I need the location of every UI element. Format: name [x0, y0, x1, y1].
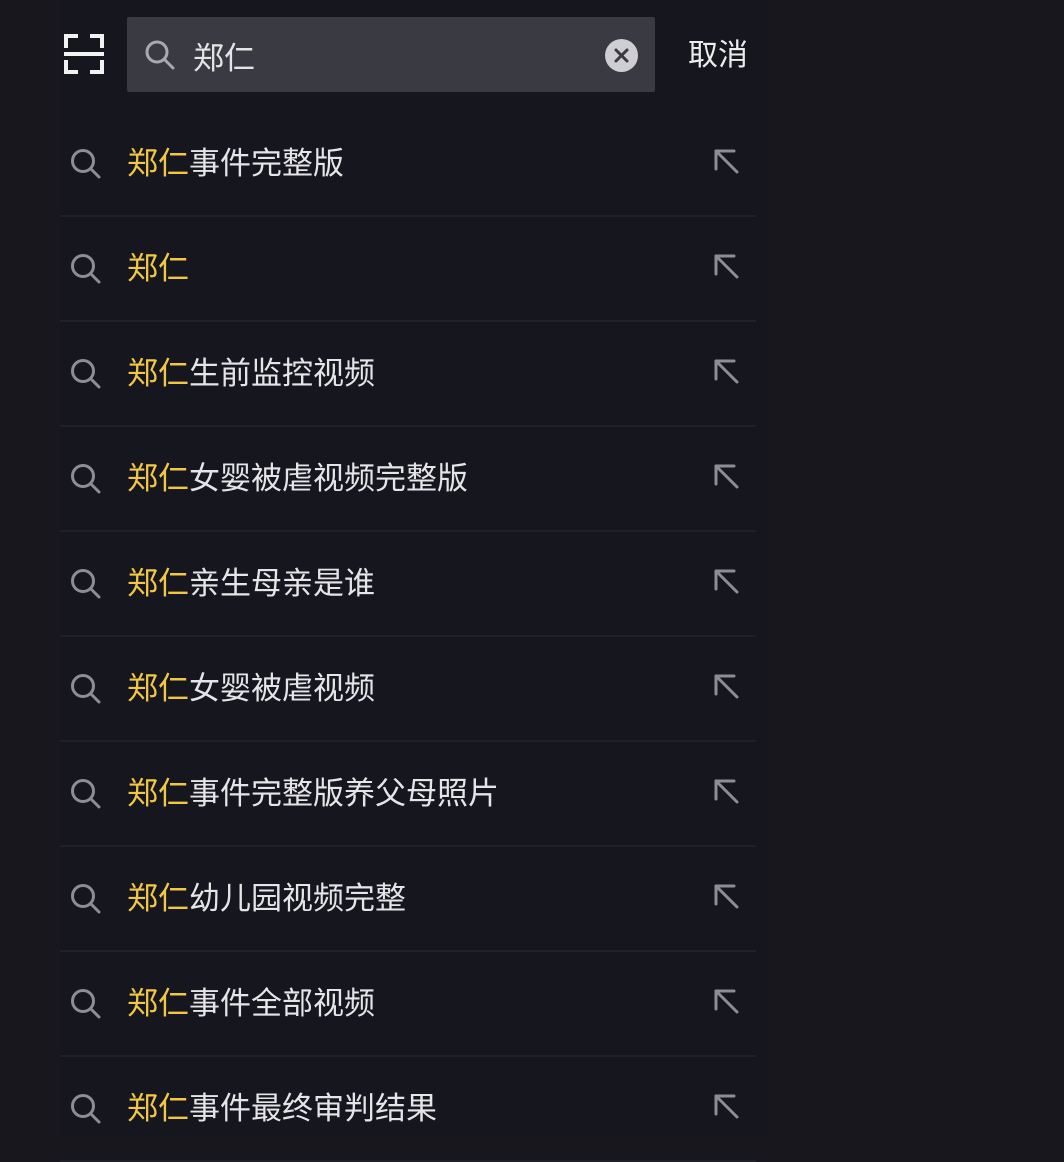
suggestion-item[interactable]: 郑仁生前监控视频	[60, 322, 756, 427]
arrow-up-left-icon[interactable]	[710, 355, 742, 387]
arrow-up-left-icon[interactable]	[710, 775, 742, 807]
search-icon	[71, 989, 101, 1019]
suggestion-text: 郑仁事件全部视频	[127, 982, 375, 1026]
scan-icon	[64, 34, 104, 74]
search-icon	[71, 254, 101, 284]
suggestion-text: 郑仁亲生母亲是谁	[127, 562, 375, 606]
suggestion-highlight: 郑仁	[127, 671, 189, 707]
suggestion-highlight: 郑仁	[127, 461, 189, 497]
suggestion-highlight: 郑仁	[127, 881, 189, 917]
suggestion-rest: 亲生母亲是谁	[189, 566, 375, 602]
suggestion-item[interactable]: 郑仁女婴被虐视频	[60, 637, 756, 742]
arrow-up-left-icon[interactable]	[710, 250, 742, 282]
suggestion-rest: 女婴被虐视频	[189, 671, 375, 707]
suggestion-highlight: 郑仁	[127, 146, 189, 182]
suggestion-rest: 女婴被虐视频完整版	[189, 461, 468, 497]
search-icon	[71, 674, 101, 704]
search-icon	[71, 359, 101, 389]
search-input[interactable]	[193, 35, 573, 75]
search-header: 取消	[0, 0, 780, 112]
suggestion-highlight: 郑仁	[127, 566, 189, 602]
suggestion-text: 郑仁幼儿园视频完整	[127, 877, 406, 921]
suggestion-text: 郑仁女婴被虐视频	[127, 667, 375, 711]
clear-search-button[interactable]	[605, 39, 638, 72]
cancel-button[interactable]: 取消	[688, 36, 748, 76]
suggestion-text: 郑仁事件最终审判结果	[127, 1087, 437, 1131]
suggestion-highlight: 郑仁	[127, 251, 189, 287]
search-icon	[71, 464, 101, 494]
suggestion-highlight: 郑仁	[127, 356, 189, 392]
suggestion-text: 郑仁事件完整版	[127, 142, 344, 186]
clear-icon	[614, 48, 629, 63]
suggestion-item[interactable]: 郑仁事件最终审判结果	[60, 1057, 756, 1162]
suggestion-item[interactable]: 郑仁事件完整版养父母照片	[60, 742, 756, 847]
suggestion-item[interactable]: 郑仁事件全部视频	[60, 952, 756, 1057]
suggestion-text: 郑仁女婴被虐视频完整版	[127, 457, 468, 501]
suggestion-text: 郑仁	[127, 247, 189, 291]
scan-button[interactable]	[62, 32, 106, 76]
search-icon	[71, 1094, 101, 1124]
search-icon	[145, 40, 175, 70]
suggestion-rest: 幼儿园视频完整	[189, 881, 406, 917]
search-screen: 取消 郑仁事件完整版 郑仁	[0, 0, 1064, 1162]
suggestion-rest: 生前监控视频	[189, 356, 375, 392]
search-icon	[71, 149, 101, 179]
suggestion-item[interactable]: 郑仁女婴被虐视频完整版	[60, 427, 756, 532]
arrow-up-left-icon[interactable]	[710, 460, 742, 492]
suggestion-item[interactable]: 郑仁事件完整版	[60, 112, 756, 217]
suggestion-text: 郑仁生前监控视频	[127, 352, 375, 396]
arrow-up-left-icon[interactable]	[710, 880, 742, 912]
search-icon	[71, 884, 101, 914]
suggestion-highlight: 郑仁	[127, 1091, 189, 1127]
arrow-up-left-icon[interactable]	[710, 145, 742, 177]
arrow-up-left-icon[interactable]	[710, 985, 742, 1017]
suggestion-highlight: 郑仁	[127, 776, 189, 812]
arrow-up-left-icon[interactable]	[710, 1090, 742, 1122]
suggestion-rest: 事件完整版	[189, 146, 344, 182]
suggestion-rest: 事件完整版养父母照片	[189, 776, 499, 812]
suggestion-text: 郑仁事件完整版养父母照片	[127, 772, 499, 816]
search-icon	[71, 569, 101, 599]
arrow-up-left-icon[interactable]	[710, 670, 742, 702]
suggestion-item[interactable]: 郑仁亲生母亲是谁	[60, 532, 756, 637]
arrow-up-left-icon[interactable]	[710, 565, 742, 597]
suggestion-rest: 事件最终审判结果	[189, 1091, 437, 1127]
suggestion-highlight: 郑仁	[127, 986, 189, 1022]
suggestion-list: 郑仁事件完整版 郑仁 郑仁生前监控视频 郑仁女婴被虐视频完整版 郑仁亲生母亲是谁…	[60, 112, 756, 1162]
search-icon	[71, 779, 101, 809]
suggestion-item[interactable]: 郑仁	[60, 217, 756, 322]
suggestion-item[interactable]: 郑仁幼儿园视频完整	[60, 847, 756, 952]
search-box[interactable]	[127, 17, 655, 92]
suggestion-rest: 事件全部视频	[189, 986, 375, 1022]
